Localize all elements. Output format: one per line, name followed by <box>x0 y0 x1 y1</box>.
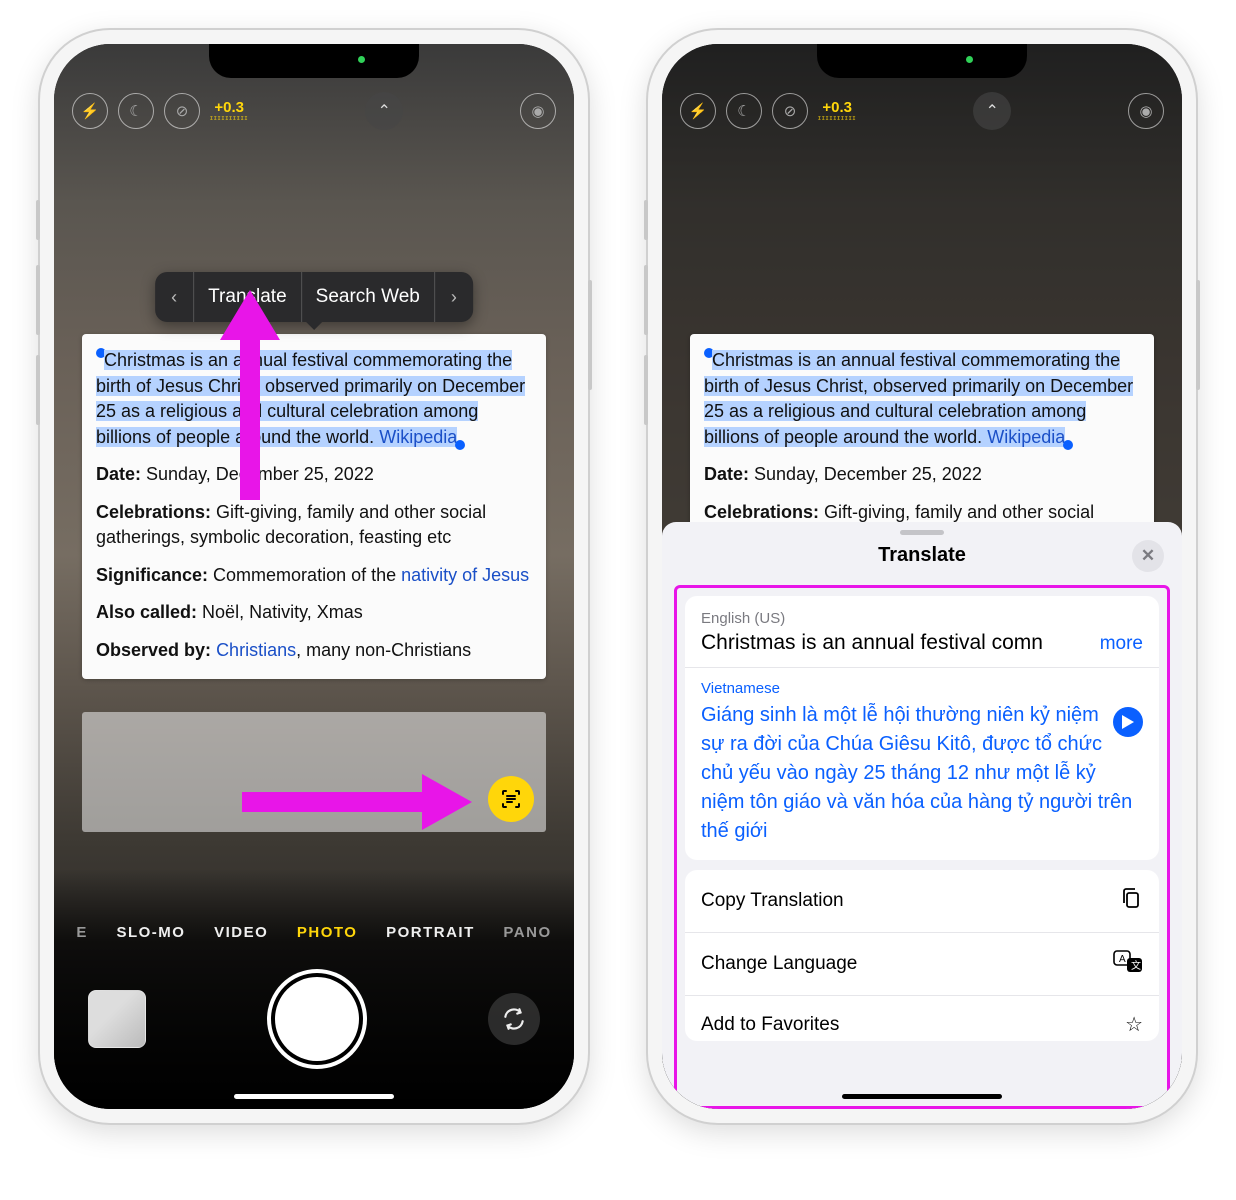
close-sheet-button[interactable]: ✕ <box>1132 540 1164 572</box>
translate-sheet: Translate ✕ English (US) Christmas is an… <box>662 522 1182 1109</box>
show-more-button[interactable]: more <box>1100 633 1143 655</box>
mode-video[interactable]: VIDEO <box>214 924 268 941</box>
observed-by-label: Observed by: <box>96 640 211 660</box>
celebrations-label: Celebrations: <box>96 502 211 522</box>
add-to-favorites-row[interactable]: Add to Favorites ☆ <box>685 996 1159 1041</box>
screen-left: ⚡ ☾ ⊘ +0.3 ɪɪɪɪɪɪɪɪɪɪ ⌃ ◉ ‹ Translate Se… <box>54 44 574 1109</box>
mode-portrait[interactable]: PORTRAIT <box>386 924 475 941</box>
exposure-ticks: ɪɪɪɪɪɪɪɪɪɪ <box>818 115 856 122</box>
wikipedia-link[interactable]: Wikipedia <box>987 427 1065 447</box>
annotation-arrow-right <box>242 774 472 830</box>
live-photo-off-icon[interactable]: ⊘ <box>164 93 200 129</box>
date-value: Sunday, December 25, 2022 <box>754 464 982 484</box>
camera-options-chevron-icon[interactable]: ⌃ <box>973 92 1011 130</box>
context-menu-search-web[interactable]: Search Web <box>302 272 434 322</box>
copy-translation-row[interactable]: Copy Translation <box>685 870 1159 933</box>
flash-icon[interactable]: ⚡ <box>72 93 108 129</box>
exposure-ticks: ɪɪɪɪɪɪɪɪɪɪ <box>210 115 248 122</box>
flip-camera-icon <box>501 1006 527 1032</box>
annotation-highlight-box: English (US) Christmas is an annual fest… <box>674 585 1170 1109</box>
live-text-icon <box>499 787 523 811</box>
source-text: Christmas is an annual festival comn <box>701 631 1043 655</box>
translate-sheet-title: Translate <box>878 544 966 567</box>
notch <box>209 44 419 78</box>
selection-end-handle[interactable] <box>1063 440 1073 450</box>
svg-text:文: 文 <box>1131 959 1141 972</box>
silent-switch[interactable] <box>644 200 648 240</box>
mode-left-cut[interactable]: E <box>76 924 88 941</box>
power-button[interactable] <box>1196 280 1200 390</box>
mode-slomo[interactable]: SLO-MO <box>116 924 185 941</box>
wikipedia-link[interactable]: Wikipedia <box>379 427 457 447</box>
power-button[interactable] <box>588 280 592 390</box>
phone-left: ⚡ ☾ ⊘ +0.3 ɪɪɪɪɪɪɪɪɪɪ ⌃ ◉ ‹ Translate Se… <box>40 30 588 1123</box>
translation-actions: Copy Translation Change Language A文 <box>685 870 1159 1041</box>
translate-sheet-header: Translate ✕ <box>662 522 1182 585</box>
night-mode-icon[interactable]: ☾ <box>118 93 154 129</box>
text-context-menu: ‹ Translate Search Web › <box>155 272 473 322</box>
live-photo-off-icon[interactable]: ⊘ <box>772 93 808 129</box>
volume-up-button[interactable] <box>644 265 648 335</box>
volume-down-button[interactable] <box>36 355 40 425</box>
selection-end-handle[interactable] <box>455 440 465 450</box>
detected-text-card[interactable]: Christmas is an annual festival commemor… <box>82 334 546 679</box>
source-language-label: English (US) <box>701 610 1143 627</box>
exposure-value[interactable]: +0.3 ɪɪɪɪɪɪɪɪɪɪ <box>818 100 856 122</box>
last-photo-thumbnail[interactable] <box>88 990 146 1048</box>
shutter-button[interactable] <box>275 977 359 1061</box>
nativity-link[interactable]: nativity of Jesus <box>401 565 529 585</box>
camera-mode-strip[interactable]: E SLO-MO VIDEO PHOTO PORTRAIT PANO <box>54 924 574 941</box>
change-language-icon: A文 <box>1113 949 1143 979</box>
also-called-label: Also called: <box>96 602 197 622</box>
volume-down-button[interactable] <box>644 355 648 425</box>
flash-icon[interactable]: ⚡ <box>680 93 716 129</box>
observed-by-suffix: , many non-Christians <box>296 640 471 660</box>
exposure-value[interactable]: +0.3 ɪɪɪɪɪɪɪɪɪɪ <box>210 100 248 122</box>
christians-link[interactable]: Christians <box>216 640 296 660</box>
annotation-arrow-up <box>210 290 290 500</box>
date-label: Date: <box>704 464 749 484</box>
translation-card: English (US) Christmas is an annual fest… <box>685 596 1159 860</box>
significance-value: Commemoration of the <box>213 565 401 585</box>
filters-icon[interactable]: ◉ <box>1128 93 1164 129</box>
filters-icon[interactable]: ◉ <box>520 93 556 129</box>
selected-paragraph[interactable]: Christmas is an annual festival commemor… <box>96 350 525 447</box>
volume-up-button[interactable] <box>36 265 40 335</box>
celebrations-label: Celebrations: <box>704 502 819 522</box>
change-language-row[interactable]: Change Language A文 <box>685 933 1159 996</box>
camera-controls-row <box>54 977 574 1061</box>
star-icon: ☆ <box>1125 1012 1143 1037</box>
context-menu-prev-icon[interactable]: ‹ <box>155 273 193 322</box>
camera-top-bar: ⚡ ☾ ⊘ +0.3 ɪɪɪɪɪɪɪɪɪɪ ⌃ ◉ <box>662 88 1182 134</box>
screen-right: ⚡ ☾ ⊘ +0.3 ɪɪɪɪɪɪɪɪɪɪ ⌃ ◉ Christmas is a… <box>662 44 1182 1109</box>
selected-paragraph[interactable]: Christmas is an annual festival commemor… <box>704 350 1133 447</box>
home-indicator[interactable] <box>842 1094 1002 1099</box>
context-menu-next-icon[interactable]: › <box>435 273 473 322</box>
copy-icon <box>1119 886 1143 916</box>
mode-photo[interactable]: PHOTO <box>297 924 358 941</box>
live-text-button[interactable] <box>488 776 534 822</box>
svg-text:A: A <box>1119 954 1126 965</box>
target-language-label: Vietnamese <box>701 680 1143 697</box>
camera-top-bar: ⚡ ☾ ⊘ +0.3 ɪɪɪɪɪɪɪɪɪɪ ⌃ ◉ <box>54 88 574 134</box>
night-mode-icon[interactable]: ☾ <box>726 93 762 129</box>
date-label: Date: <box>96 464 141 484</box>
translated-text: Giáng sinh là một lễ hội thường niên kỷ … <box>701 701 1143 846</box>
silent-switch[interactable] <box>36 200 40 240</box>
play-translation-button[interactable] <box>1113 707 1143 737</box>
play-icon <box>1122 715 1134 729</box>
phone-right: ⚡ ☾ ⊘ +0.3 ɪɪɪɪɪɪɪɪɪɪ ⌃ ◉ Christmas is a… <box>648 30 1196 1123</box>
significance-label: Significance: <box>96 565 208 585</box>
mode-pano-cut[interactable]: PANO <box>503 924 551 941</box>
flip-camera-button[interactable] <box>488 993 540 1045</box>
camera-options-chevron-icon[interactable]: ⌃ <box>365 92 403 130</box>
home-indicator[interactable] <box>234 1094 394 1099</box>
also-called-value: Noël, Nativity, Xmas <box>202 602 363 622</box>
notch <box>817 44 1027 78</box>
